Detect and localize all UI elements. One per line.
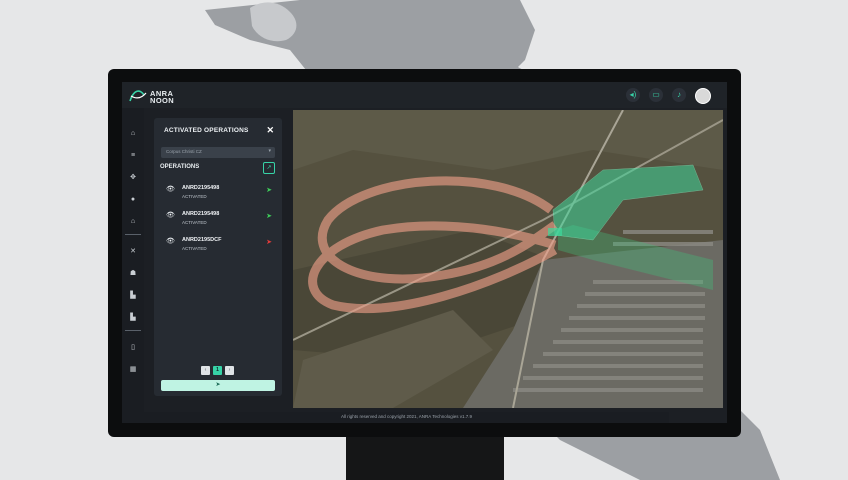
nav-divider [125,330,141,331]
grid-icon[interactable]: ▦ [126,364,140,376]
speaker-icon[interactable]: ◂) [626,88,640,102]
list-icon[interactable]: ≡ [126,150,140,162]
region-select[interactable]: Corpus Christi CZ ▾ [161,147,275,158]
operation-id: ANRD2195DCF [182,237,222,243]
chat-icon[interactable]: ▭ [649,88,663,102]
page-number-button[interactable]: 1 [213,366,222,375]
top-bar: ANRA NOON ◂) ▭ ♪ [122,82,727,108]
send-plane-icon[interactable]: ➤ [266,186,272,194]
panel-title: ACTIVATED OPERATIONS [164,127,249,134]
expand-icon[interactable]: ↗ [263,162,275,174]
next-page-button[interactable]: › [225,366,234,375]
building-icon[interactable]: ⌂ [126,216,140,228]
top-icons: ◂) ▭ ♪ [626,88,711,104]
drone-icon[interactable]: ✥ [126,172,140,184]
copyright-text: All rights reserved and copyright 2021, … [341,414,472,419]
document-icon[interactable]: ▙ [126,290,140,302]
satellite-map[interactable] [293,110,723,408]
tools-icon[interactable]: ✕ [126,246,140,258]
prev-page-button[interactable]: ‹ [201,366,210,375]
activated-operations-panel: ACTIVATED OPERATIONS ✕ Corpus Christi CZ… [154,118,282,396]
brand-logo[interactable]: ANRA NOON [128,87,188,105]
operation-item[interactable]: 👁 ANRD2195498 ACTIVATED ➤ [166,210,276,232]
anra-logo-icon [129,90,147,102]
operation-status: ACTIVATED [182,194,207,199]
send-plane-icon[interactable]: ➤ [266,212,272,220]
submit-button[interactable]: ➤ [161,380,275,391]
home-icon[interactable]: ⌂ [126,128,140,140]
globe-icon[interactable]: ● [126,194,140,206]
nav-divider [125,234,141,235]
monitor-stand [346,436,504,480]
eye-icon[interactable]: 👁 [166,237,175,245]
user-icon[interactable]: ☗ [126,268,140,280]
drone-marker [548,228,562,236]
close-icon[interactable]: ✕ [266,125,274,136]
app-screen: ANRA NOON ◂) ▭ ♪ ⌂ ≡ ✥ ● ⌂ ✕ ☗ ▙ ▙ ▯ ▦ A… [122,82,727,423]
operations-heading: OPERATIONS [160,164,200,170]
operation-status: ACTIVATED [182,220,207,225]
map-canvas [293,110,723,408]
operation-item[interactable]: 👁 ANRD2195498 ACTIVATED ➤ [166,184,276,206]
eye-icon[interactable]: 👁 [166,211,175,219]
brand-name: ANRA NOON [150,90,175,105]
operation-id: ANRD2195498 [182,211,220,217]
eye-icon[interactable]: 👁 [166,185,175,193]
operation-item[interactable]: 👁 ANRD2195DCF ACTIVATED ➤ [166,236,276,258]
send-plane-icon[interactable]: ➤ [266,238,272,246]
operation-status: ACTIVATED [182,246,207,251]
bell-icon[interactable]: ♪ [672,88,686,102]
chevron-down-icon: ▾ [268,148,271,154]
region-select-value: Corpus Christi CZ [166,149,202,154]
pagination: ‹ 1 › [201,366,234,375]
footer-bar: All rights reserved and copyright 2021, … [144,412,669,423]
phone-icon[interactable]: ▯ [126,342,140,354]
side-navigation: ⌂ ≡ ✥ ● ⌂ ✕ ☗ ▙ ▙ ▯ ▦ [122,108,144,423]
brand-line-2: NOON [150,96,175,105]
operation-id: ANRD2195498 [182,185,220,191]
user-avatar[interactable] [695,88,711,104]
report-icon[interactable]: ▙ [126,312,140,324]
